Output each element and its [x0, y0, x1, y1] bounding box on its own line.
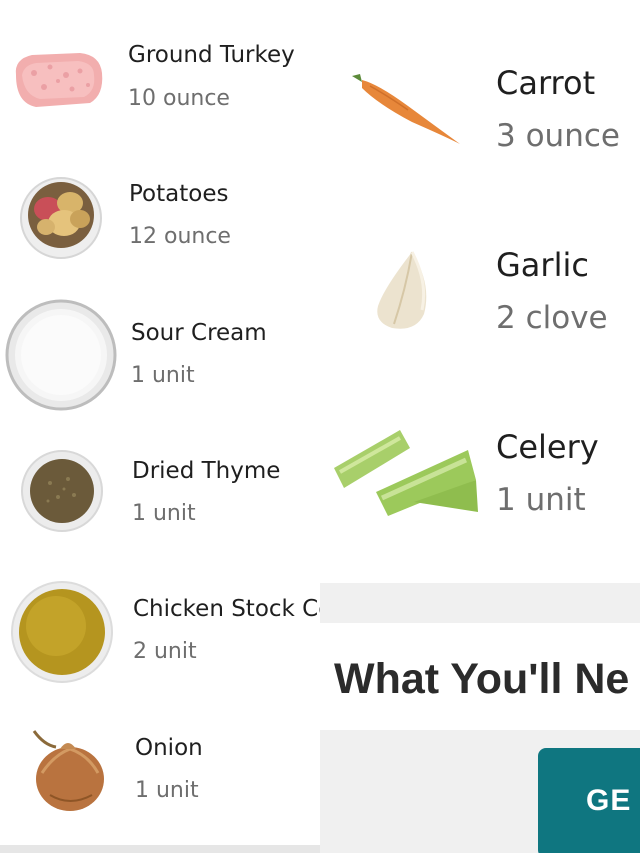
get-started-button[interactable]: GE [538, 748, 640, 853]
ingredient-quantity: 3 ounce [496, 118, 620, 154]
onion-icon [32, 730, 104, 811]
ingredient-quantity: 1 unit [496, 482, 586, 518]
ingredient-quantity: 2 unit [133, 639, 197, 664]
ingredient-name: Chicken Stock Co [133, 596, 320, 622]
ingredients-list-right: Carrot 3 ounce Garlic 2 clove Celery 1 u… [320, 0, 640, 853]
ingredient-quantity: 12 ounce [129, 224, 231, 249]
ingredient-name: Potatoes [129, 181, 229, 207]
ingredients-list-left: Ground Turkey 10 ounce Potatoes 12 ounce… [0, 0, 320, 853]
ingredient-name: Garlic [496, 246, 589, 284]
ingredient-quantity: 10 ounce [128, 86, 230, 111]
celery-icon [334, 430, 478, 516]
ingredient-quantity: 1 unit [135, 778, 199, 803]
ingredient-name: Dried Thyme [132, 458, 281, 484]
garlic-icon [377, 251, 427, 329]
chicken-stock-icon [11, 581, 113, 683]
ingredient-name: Celery [496, 428, 599, 466]
ingredient-name: Ground Turkey [128, 42, 295, 68]
section-divider [320, 583, 640, 623]
ingredient-name: Onion [135, 735, 203, 761]
ingredient-quantity: 2 clove [496, 300, 608, 336]
button-label: GE [586, 784, 632, 817]
ingredient-quantity: 1 unit [132, 501, 196, 526]
bottom-divider [0, 845, 320, 853]
sour-cream-icon [5, 299, 117, 411]
dried-thyme-icon [21, 450, 103, 532]
ingredient-name: Carrot [496, 64, 596, 102]
carrot-icon [352, 74, 460, 144]
ground-turkey-icon [15, 53, 103, 107]
ingredient-quantity: 1 unit [131, 363, 195, 388]
potatoes-icon [20, 177, 102, 259]
section-title: What You'll Ne [334, 655, 630, 703]
ingredient-name: Sour Cream [131, 320, 267, 346]
